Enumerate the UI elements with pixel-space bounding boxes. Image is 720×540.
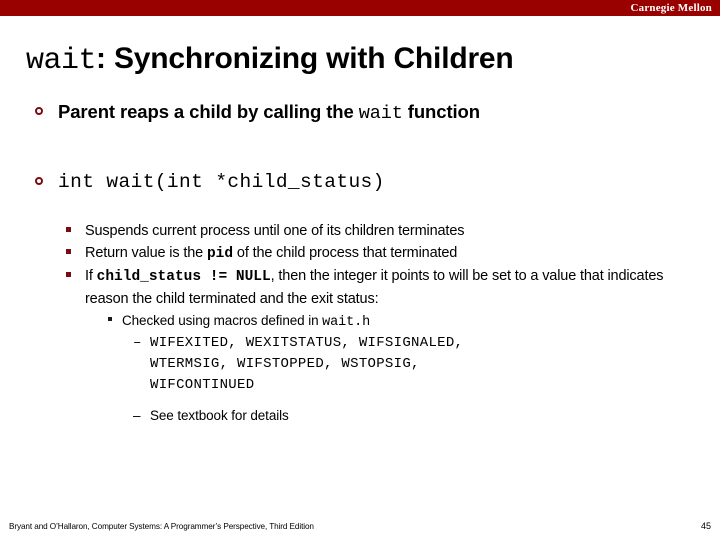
slide-content: Parent reaps a child by calling the wait… xyxy=(0,100,720,426)
bullet-text-post: function xyxy=(402,101,480,122)
suspends-text: Suspends current process until one of it… xyxy=(85,223,465,239)
bullet-text-pre: Parent reaps a child by calling the xyxy=(58,101,359,122)
carnegie-mellon-brand: Carnegie Mellon xyxy=(630,2,712,14)
return-value-post: of the child process that terminated xyxy=(233,245,458,261)
inline-code-wait-h: wait.h xyxy=(322,315,371,330)
wait-signature-code: int wait(int *child_status) xyxy=(58,171,385,193)
bullet-level2-suspends: Suspends current process until one of it… xyxy=(0,220,720,242)
child-status-pre: If xyxy=(85,268,97,284)
macros-text-pre: Checked using macros defined in xyxy=(122,313,323,328)
header-bar: Carnegie Mellon xyxy=(0,0,720,16)
square-bullet-icon xyxy=(66,249,71,254)
bullet-level2-return-value: Return value is the pid of the child pro… xyxy=(0,242,720,265)
bullet-level4-see-textbook: – See textbook for details xyxy=(0,405,720,426)
page-number: 45 xyxy=(700,521,711,531)
bullet-level2-child-status: If child_status != NULL, then the intege… xyxy=(0,265,720,310)
macro-list-line2: WTERMSIG, WIFSTOPPED, WSTOPSIG, xyxy=(150,356,420,372)
bullet-level3-macros: Checked using macros defined in wait.h xyxy=(0,310,720,333)
inline-code-pid: pid xyxy=(206,246,234,262)
square-bullet-icon xyxy=(66,227,71,232)
bullet-level1-parent-reaps: Parent reaps a child by calling the wait… xyxy=(0,100,720,126)
title-code-token: wait xyxy=(26,44,97,78)
inline-code-child-status: child_status != NULL xyxy=(96,269,271,285)
bullet-level4-macro-list: – WIFEXITED, WEXITSTATUS, WIFSIGNALED, WT… xyxy=(0,333,720,396)
page-title: wait: Synchronizing with Children xyxy=(26,41,514,79)
small-square-bullet-icon xyxy=(108,317,112,321)
title-text: : Synchronizing with Children xyxy=(96,42,514,75)
macro-list-line1: WIFEXITED, WEXITSTATUS, WIFSIGNALED, xyxy=(150,335,464,351)
square-bullet-icon xyxy=(66,272,71,277)
circle-bullet-icon xyxy=(35,107,43,115)
inline-code-wait: wait xyxy=(358,103,403,124)
footer-citation: Bryant and O’Hallaron, Computer Systems:… xyxy=(9,522,314,531)
bullet-level1-wait-signature: int wait(int *child_status) xyxy=(0,170,720,194)
dash-bullet-icon: – xyxy=(133,408,141,423)
dash-bullet-icon: – xyxy=(133,335,142,351)
see-textbook-text: See textbook for details xyxy=(150,408,289,423)
circle-bullet-icon xyxy=(35,177,43,185)
return-value-pre: Return value is the xyxy=(85,245,207,261)
macro-list-line3: WIFCONTINUED xyxy=(150,377,255,393)
